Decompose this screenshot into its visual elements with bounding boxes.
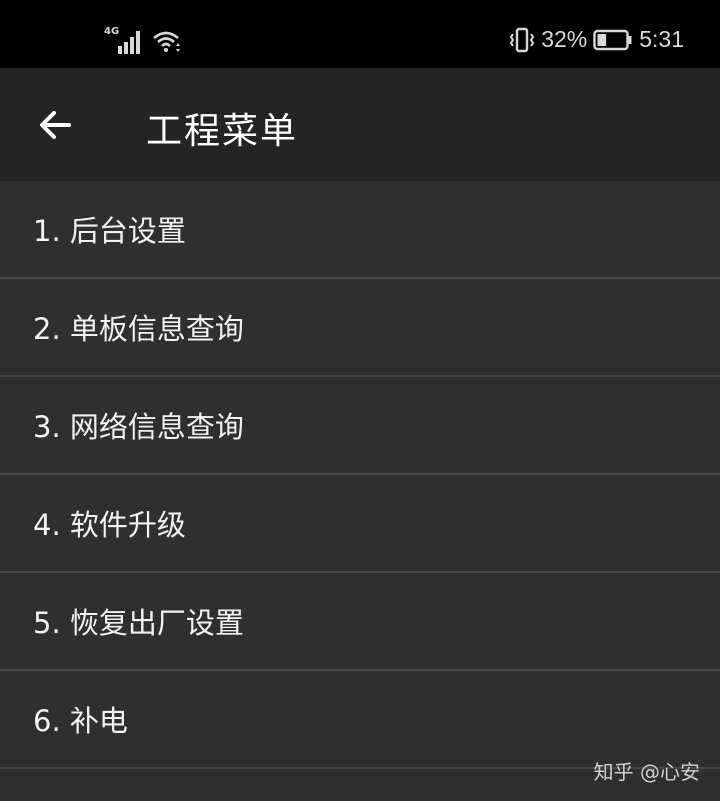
status-left: 4G [104,24,182,54]
arrow-left-icon [40,111,71,139]
watermark: 知乎 @心安 [593,760,700,784]
menu-item-factory-reset[interactable]: 5. 恢复出厂设置 [0,573,720,671]
battery-icon [593,29,632,50]
battery-percent: 32% [541,26,588,52]
page-title: 工程菜单 [146,111,299,152]
back-button[interactable] [30,100,80,150]
vibrate-icon [509,27,535,52]
menu-item-battery-recharge[interactable]: 6. 补电 [0,671,720,769]
signal-icon [118,31,140,54]
menu-item-board-info[interactable]: 2. 单板信息查询 [0,279,720,377]
menu-item-background-settings[interactable]: 1. 后台设置 [0,181,720,279]
app-bar: 工程菜单 [0,68,720,181]
menu-list: 1. 后台设置 2. 单板信息查询 3. 网络信息查询 4. 软件升级 5. 恢… [0,181,720,769]
menu-item-network-info[interactable]: 3. 网络信息查询 [0,377,720,475]
clock: 5:31 [639,26,684,52]
menu-item-software-upgrade[interactable]: 4. 软件升级 [0,475,720,573]
battery-fill [597,33,607,46]
network-type-label: 4G [104,26,120,37]
status-bar: 4G 32% 5:31 [0,0,720,68]
wifi-icon [153,31,180,52]
status-right: 32% 5:31 [509,26,684,53]
